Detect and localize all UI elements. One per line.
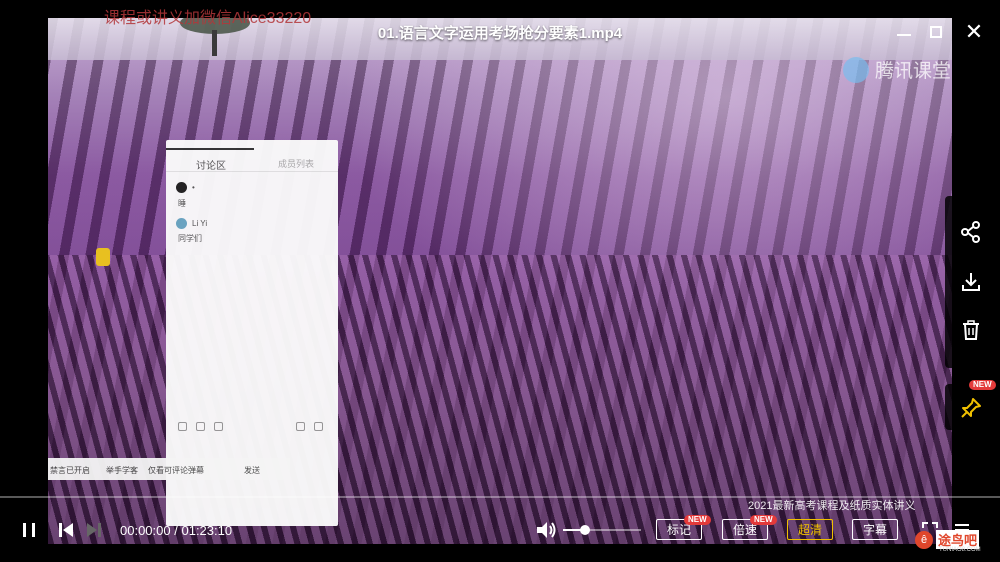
pause-icon [23,523,35,537]
brand-logo-icon [843,56,869,83]
subtitle-button[interactable]: 字幕 [852,519,898,540]
video-frame[interactable]: 腾讯课堂 讨论区 成员列表 • 睡 Li Yi 同学们 禁言已开启 举手学客 仅… [48,18,952,544]
message-sender: Li Yi [192,219,208,228]
quality-button[interactable]: 超清 [787,519,833,540]
pin-new-badge: NEW [969,380,996,390]
skip-previous-icon [59,523,73,537]
minimize-icon [897,34,911,36]
maximize-button[interactable] [924,20,948,44]
control-bar: 00:00:00 / 01:23:10 标记 NEW 倍速 NEW 超清 字幕 [0,500,1000,562]
pin-button[interactable]: NEW [945,380,997,430]
quality-label: 超清 [797,523,822,537]
maximize-icon [930,26,942,38]
time-display: 00:00:00 / 01:23:10 [120,523,232,538]
brand-watermark: 腾讯课堂 [843,56,951,83]
share-button[interactable] [955,216,987,248]
avatar [176,182,187,193]
site-logo-icon: ê [915,530,933,549]
pin-icon [961,398,981,418]
danmaku-filter: 仅看可评论弹幕 [148,466,204,475]
class-controls-strip: 禁言已开启 举手学客 仅看可评论弹幕 发送 [48,458,290,480]
time-current: 00:00:00 [120,523,171,538]
close-icon: ✕ [964,19,984,44]
message-text: 同学们 [178,234,202,243]
action-rail [945,196,997,368]
volume-button[interactable] [534,519,558,541]
tab-indicator [166,148,254,150]
delete-button[interactable] [955,314,987,346]
skip-next-icon [87,523,101,537]
site-logo: ê 途鸟吧 TUNIAO8.COM [915,530,981,553]
mute-status: 禁言已开启 [50,466,90,475]
avatar [176,218,187,229]
share-icon [961,221,980,243]
subtitle-label: 字幕 [862,523,887,537]
time-separator: / [174,523,178,538]
volume-knob[interactable] [579,525,590,535]
next-button[interactable] [83,520,105,540]
minimize-button[interactable] [892,20,916,44]
close-button[interactable]: ✕ [962,19,986,44]
time-total: 01:23:10 [181,523,233,538]
send-label: 发送 [244,466,260,475]
pause-button[interactable] [18,520,40,540]
speed-new-badge: NEW [750,515,777,525]
tab-members: 成员列表 [277,159,314,169]
volume-slider[interactable] [563,525,641,535]
download-button[interactable] [955,266,987,298]
scissors-icon [196,422,205,431]
previous-button[interactable] [55,520,77,540]
volume-icon [537,522,556,538]
brand-watermark-text: 腾讯课堂 [875,61,952,82]
video-title: 01.语言文字运用考场抢分要素1.mp4 [377,25,623,42]
progress-bar[interactable] [0,496,1000,498]
message-sender: • [192,183,195,192]
settings-icon [314,422,323,431]
raise-hand: 举手学客 [106,466,138,475]
site-logo-domain: TUNIAO8.COM [939,547,981,553]
panel-tab-bar: 讨论区 成员列表 [166,148,338,172]
expand-icon [296,422,305,431]
download-icon [962,273,980,291]
emoji-icon [178,422,187,431]
panel-toolbar [178,422,328,434]
message-text: 睡 [178,199,186,208]
trash-icon [963,320,979,340]
image-icon [214,422,223,431]
notes-new-badge: NEW [684,515,711,525]
video-player: 腾讯课堂 讨论区 成员列表 • 睡 Li Yi 同学们 禁言已开启 举手学客 仅… [0,0,1000,562]
tab-discussion: 讨论区 [196,161,226,172]
app-icon [96,248,110,266]
